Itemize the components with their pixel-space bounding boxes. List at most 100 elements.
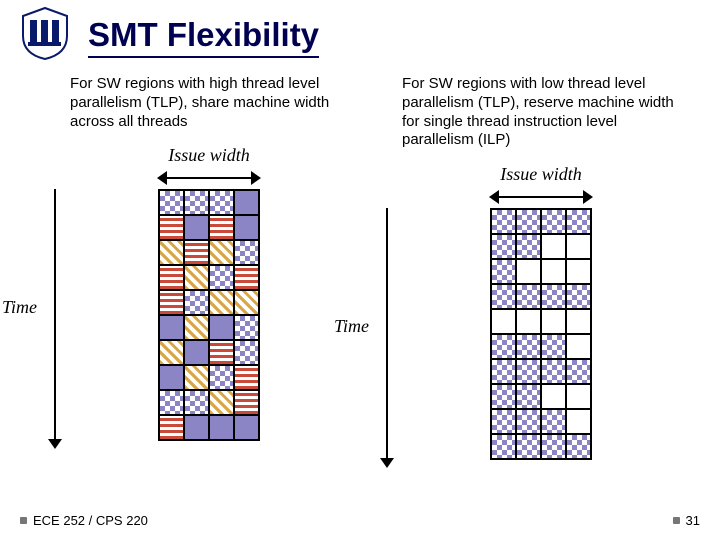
left-column: For SW regions with high thread level pa…	[70, 75, 348, 486]
grid-cell	[159, 265, 184, 290]
grid-cell	[234, 340, 259, 365]
grid-cell	[159, 315, 184, 340]
grid-cell	[516, 384, 541, 409]
grid-cell	[491, 434, 516, 459]
grid-cell	[184, 315, 209, 340]
grid-cell	[184, 290, 209, 315]
grid-cell	[234, 390, 259, 415]
bullet-icon	[20, 517, 27, 524]
issue-width-label: Issue width	[402, 164, 680, 185]
grid-cell	[209, 265, 234, 290]
grid-cell	[541, 209, 566, 234]
slide-title: SMT Flexibility	[88, 16, 319, 54]
grid-cell	[159, 415, 184, 440]
grid-cell	[209, 415, 234, 440]
time-axis-label: Time	[2, 297, 37, 318]
grid-cell	[491, 309, 516, 334]
grid-cell	[491, 334, 516, 359]
footer-right: 31	[673, 513, 700, 528]
issue-width-label: Issue width	[70, 145, 348, 166]
slide: SMT Flexibility For SW regions with high…	[0, 0, 720, 540]
grid-cell	[209, 190, 234, 215]
grid-cell	[159, 190, 184, 215]
grid-cell	[184, 340, 209, 365]
header: SMT Flexibility	[0, 0, 720, 63]
grid-cell	[159, 290, 184, 315]
grid-cell	[516, 334, 541, 359]
grid-cell	[209, 215, 234, 240]
grid-cell	[491, 409, 516, 434]
grid-cell	[516, 234, 541, 259]
right-diagram: Issue width Time	[402, 166, 680, 486]
grid-cell	[541, 284, 566, 309]
left-description: For SW regions with high thread level pa…	[70, 75, 348, 131]
grid-cell	[566, 384, 591, 409]
time-axis-label: Time	[334, 316, 369, 337]
grid-cell	[541, 334, 566, 359]
grid-cell	[566, 284, 591, 309]
grid-cell	[184, 365, 209, 390]
grid-cell	[159, 215, 184, 240]
grid-cell	[516, 309, 541, 334]
right-description: For SW regions with low thread level par…	[402, 75, 680, 150]
issue-width-arrow-icon	[157, 171, 261, 185]
content-columns: For SW regions with high thread level pa…	[0, 63, 720, 486]
grid-cell	[184, 390, 209, 415]
grid-cell	[566, 234, 591, 259]
grid-cell	[491, 284, 516, 309]
grid-cell	[516, 284, 541, 309]
grid-cell	[184, 265, 209, 290]
grid-cell	[491, 359, 516, 384]
grid-cell	[541, 234, 566, 259]
grid-cell	[516, 359, 541, 384]
grid-cell	[209, 365, 234, 390]
grid-cell	[516, 259, 541, 284]
grid-cell	[566, 209, 591, 234]
grid-cell	[184, 415, 209, 440]
grid-cell	[209, 340, 234, 365]
grid-cell	[541, 434, 566, 459]
grid-cell	[566, 434, 591, 459]
grid-cell	[491, 209, 516, 234]
grid-cell	[184, 215, 209, 240]
left-diagram: Issue width Time	[70, 147, 348, 467]
grid-cell	[491, 259, 516, 284]
grid-cell	[516, 209, 541, 234]
grid-cell	[234, 290, 259, 315]
grid-cell	[209, 390, 234, 415]
footer: ECE 252 / CPS 220 31	[20, 513, 700, 528]
execution-grid-right	[490, 208, 592, 460]
right-column: For SW regions with low thread level par…	[402, 75, 680, 486]
grid-cell	[541, 309, 566, 334]
grid-cell	[209, 315, 234, 340]
time-axis-arrow-icon	[380, 208, 394, 468]
slide-number: 31	[686, 513, 700, 528]
grid-cell	[566, 359, 591, 384]
time-axis-arrow-icon	[48, 189, 62, 449]
grid-cell	[159, 390, 184, 415]
grid-cell	[541, 409, 566, 434]
grid-cell	[159, 240, 184, 265]
bullet-icon	[673, 517, 680, 524]
grid-cell	[541, 259, 566, 284]
execution-grid-left	[158, 189, 260, 441]
footer-course: ECE 252 / CPS 220	[33, 513, 148, 528]
grid-cell	[234, 240, 259, 265]
grid-cell	[541, 359, 566, 384]
grid-cell	[234, 415, 259, 440]
grid-cell	[159, 365, 184, 390]
grid-cell	[566, 259, 591, 284]
grid-cell	[184, 190, 209, 215]
grid-cell	[234, 215, 259, 240]
grid-cell	[516, 434, 541, 459]
grid-cell	[566, 309, 591, 334]
grid-cell	[234, 190, 259, 215]
grid-cell	[491, 234, 516, 259]
grid-cell	[491, 384, 516, 409]
university-logo	[20, 6, 70, 61]
grid-cell	[209, 290, 234, 315]
grid-cell	[234, 265, 259, 290]
footer-left: ECE 252 / CPS 220	[20, 513, 148, 528]
issue-width-arrow-icon	[489, 190, 593, 204]
grid-cell	[234, 315, 259, 340]
